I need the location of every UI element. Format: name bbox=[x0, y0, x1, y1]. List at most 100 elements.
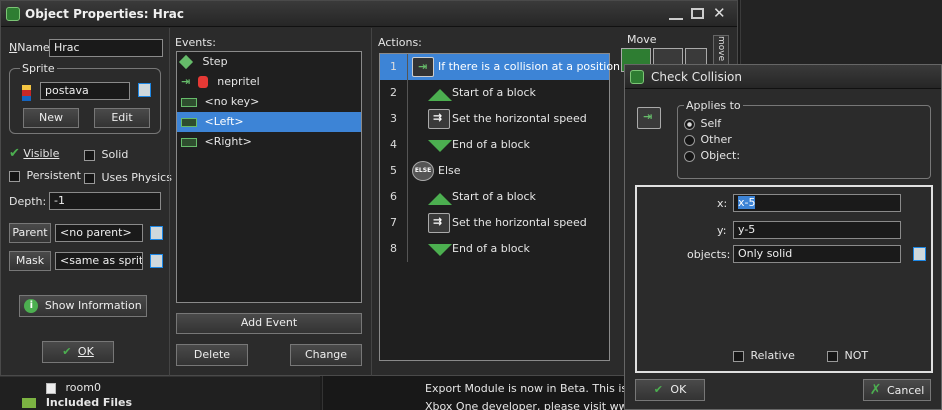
delete-event-button[interactable]: Delete bbox=[176, 344, 248, 366]
parent-input[interactable]: <no parent> bbox=[55, 224, 143, 242]
applies-to-group: Applies to Self Other Object: bbox=[677, 99, 931, 179]
action-item-end-block[interactable]: 4 End of a block bbox=[380, 132, 609, 158]
cancel-x-icon: ✗ bbox=[869, 382, 882, 398]
sprite-menu-icon[interactable] bbox=[138, 83, 151, 97]
visible-checkbox[interactable]: ✔ Visible bbox=[9, 146, 59, 161]
sprite-input[interactable]: postava bbox=[40, 82, 130, 100]
ok-label: OK bbox=[77, 345, 94, 358]
event-item-right[interactable]: <Right> bbox=[177, 132, 361, 152]
tree-item-room[interactable]: room0 bbox=[46, 381, 101, 395]
depth-label: Depth: bbox=[9, 195, 47, 208]
event-label: <no key> bbox=[204, 95, 260, 108]
object-ok-button[interactable]: ✔ OK bbox=[42, 341, 114, 363]
action-label: Set the horizontal speed bbox=[452, 216, 587, 229]
visible-label: Visible bbox=[23, 147, 60, 160]
persistent-checkbox[interactable]: Persistent bbox=[9, 169, 81, 182]
action-label: End of a block bbox=[452, 138, 530, 151]
action-number: 6 bbox=[380, 184, 408, 210]
applies-to-label: Applies to bbox=[684, 99, 743, 112]
event-item-left[interactable]: <Left> bbox=[177, 112, 361, 132]
close-icon[interactable]: ✕ bbox=[713, 4, 726, 22]
events-header: Events: bbox=[175, 36, 216, 49]
enemy-sprite-icon bbox=[197, 76, 208, 88]
sprite-group-label: Sprite bbox=[20, 62, 57, 75]
minimize-icon[interactable] bbox=[669, 8, 683, 20]
add-event-button[interactable]: Add Event bbox=[176, 313, 362, 334]
keyboard-icon bbox=[181, 97, 197, 107]
mask-button[interactable]: Mask bbox=[9, 251, 51, 271]
x-input[interactable]: x-5 bbox=[733, 194, 901, 212]
applies-self-radio[interactable]: Self bbox=[684, 117, 721, 130]
action-number: 4 bbox=[380, 132, 408, 158]
tree-item-included-files[interactable]: Included Files bbox=[22, 396, 132, 410]
applies-other-radio[interactable]: Other bbox=[684, 133, 732, 146]
name-label-text: Name: bbox=[17, 41, 54, 54]
action-label: Start of a block bbox=[452, 86, 536, 99]
event-item-no-key[interactable]: <no key> bbox=[177, 92, 361, 112]
info-icon: i bbox=[24, 299, 39, 313]
end-block-icon bbox=[428, 140, 452, 152]
action-item-check-collision[interactable]: 1 ⇥ If there is a collision at a positio… bbox=[380, 54, 620, 80]
collision-icon: ⇥ bbox=[181, 75, 191, 88]
dialog-cancel-button[interactable]: ✗ Cancel bbox=[863, 379, 931, 401]
objects-select[interactable]: Only solid bbox=[733, 245, 901, 263]
mask-input[interactable]: <same as sprite> bbox=[55, 252, 143, 270]
solid-checkbox[interactable]: Solid bbox=[84, 148, 128, 161]
gamemaker-icon bbox=[6, 7, 20, 21]
action-item-start-block[interactable]: 2 Start of a block bbox=[380, 80, 609, 106]
move-tab-label[interactable]: Move bbox=[627, 33, 657, 46]
actions-list[interactable]: 1 ⇥ If there is a collision at a positio… bbox=[379, 53, 620, 361]
show-information-button[interactable]: i Show Information bbox=[19, 295, 147, 317]
step-icon bbox=[178, 54, 194, 70]
new-sprite-button[interactable]: New bbox=[23, 108, 79, 128]
parent-button[interactable]: Parent bbox=[9, 223, 51, 243]
objects-menu-icon[interactable] bbox=[913, 247, 926, 261]
action-item-else[interactable]: 5 ELSE Else bbox=[380, 158, 609, 184]
event-item-step[interactable]: Step bbox=[177, 52, 361, 72]
start-block-icon bbox=[428, 89, 452, 101]
action-item-horizontal-speed[interactable]: 7 ⇉ Set the horizontal speed bbox=[380, 210, 609, 236]
arguments-panel: x: x-5 y: y-5 objects: Only solid Relati… bbox=[635, 185, 933, 373]
parent-menu-icon[interactable] bbox=[150, 226, 163, 240]
y-input[interactable]: y-5 bbox=[733, 221, 901, 239]
relative-check-box bbox=[733, 350, 744, 362]
action-item-horizontal-speed[interactable]: 3 ⇉ Set the horizontal speed bbox=[380, 106, 609, 132]
event-item-collision[interactable]: ⇥ nepritel bbox=[177, 72, 361, 92]
event-label: nepritel bbox=[217, 75, 260, 88]
mask-menu-icon[interactable] bbox=[150, 254, 163, 268]
cancel-label: Cancel bbox=[886, 384, 925, 397]
depth-input[interactable]: -1 bbox=[49, 192, 161, 210]
name-label: NName: bbox=[9, 41, 54, 54]
applies-object-radio[interactable]: Object: bbox=[684, 149, 740, 162]
action-label: Start of a block bbox=[452, 190, 536, 203]
events-list[interactable]: Step ⇥ nepritel <no key> <Left> <Right> bbox=[176, 51, 362, 303]
action-number: 2 bbox=[380, 80, 408, 106]
action-item-start-block[interactable]: 6 Start of a block bbox=[380, 184, 609, 210]
not-checkbox[interactable]: NOT bbox=[827, 349, 868, 362]
action-item-end-block[interactable]: 8 End of a block bbox=[380, 236, 609, 262]
change-event-button[interactable]: Change bbox=[290, 344, 362, 366]
x-label: x: bbox=[717, 197, 728, 210]
check-collision-titlebar[interactable]: Check Collision bbox=[625, 65, 941, 89]
object-left-panel: NName: Hrac Sprite postava New Edit ✔ Vi… bbox=[1, 28, 172, 376]
persistent-label: Persistent bbox=[26, 169, 81, 182]
radio-label: Other bbox=[700, 133, 732, 146]
relative-checkbox[interactable]: Relative bbox=[733, 349, 795, 362]
maximize-icon[interactable] bbox=[691, 8, 704, 19]
end-block-icon bbox=[428, 244, 452, 256]
not-label: NOT bbox=[844, 349, 869, 362]
keyboard-icon bbox=[181, 137, 197, 147]
edit-sprite-button[interactable]: Edit bbox=[94, 108, 150, 128]
name-input[interactable]: Hrac bbox=[49, 39, 163, 57]
events-panel: Events: Step ⇥ nepritel <no key> <Left> bbox=[169, 28, 369, 376]
tree-item-label: room0 bbox=[65, 381, 101, 394]
action-label: Set the horizontal speed bbox=[452, 112, 587, 125]
object-window-titlebar[interactable]: Object Properties: Hrac ✕ bbox=[1, 1, 737, 27]
x-value: x-5 bbox=[738, 196, 756, 209]
resource-tree: room0 Included Files bbox=[0, 376, 320, 410]
dialog-ok-button[interactable]: ✔ OK bbox=[635, 379, 705, 401]
start-block-icon bbox=[428, 193, 452, 205]
relative-label: Relative bbox=[750, 349, 795, 362]
sprite-preview-icon bbox=[22, 85, 31, 101]
physics-checkbox[interactable]: Uses Physics bbox=[84, 171, 172, 184]
